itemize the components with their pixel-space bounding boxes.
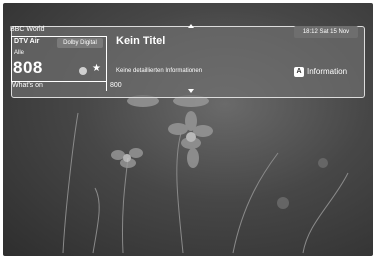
arrow-up-icon[interactable] bbox=[188, 24, 194, 28]
divider bbox=[106, 82, 107, 91]
information-label[interactable]: Information bbox=[307, 67, 347, 76]
channel-ref-label: 800 bbox=[110, 82, 122, 89]
audio-badge: Dolby Digital bbox=[57, 38, 103, 48]
arrow-down-icon[interactable] bbox=[188, 89, 194, 93]
record-dot-icon bbox=[79, 67, 87, 75]
info-key-icon[interactable]: A bbox=[294, 67, 304, 77]
channel-number: 808 bbox=[13, 58, 43, 77]
channel-group-label: Alle bbox=[14, 50, 25, 56]
whats-on-link[interactable]: What's on bbox=[12, 82, 43, 89]
program-title: Kein Titel bbox=[116, 35, 166, 47]
favorite-star-icon: ★ bbox=[92, 63, 101, 74]
tuner-label: DTV Air bbox=[14, 38, 40, 45]
clock-badge: 18:12 Sat 15 Nov bbox=[294, 26, 358, 38]
program-info: Keine detaillierten Informationen bbox=[116, 68, 203, 74]
source-label: BBC World bbox=[10, 26, 45, 33]
